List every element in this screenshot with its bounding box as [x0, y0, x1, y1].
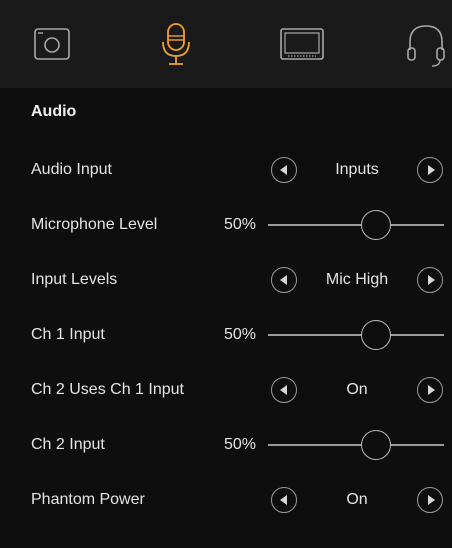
microphone-level-slider-handle[interactable]: [361, 210, 391, 240]
ch1-input-label: Ch 1 Input: [31, 326, 105, 343]
input-levels-value: Mic High: [325, 271, 389, 288]
audio-input-next-button[interactable]: [417, 157, 443, 183]
ch2-input-value: 50%: [223, 436, 256, 453]
microphone-level-value: 50%: [223, 216, 256, 233]
audio-input-label: Audio Input: [31, 161, 112, 178]
ch1-input-value: 50%: [223, 326, 256, 343]
setting-row-microphone-level: Microphone Level 50%: [0, 205, 452, 245]
audio-input-value: Inputs: [335, 161, 379, 178]
ch2-uses-ch1-next-button[interactable]: [417, 377, 443, 403]
ch1-input-slider[interactable]: [268, 334, 444, 336]
microphone-level-slider[interactable]: [268, 224, 444, 226]
setting-row-ch2-uses-ch1: Ch 2 Uses Ch 1 Input On: [0, 370, 452, 410]
arrow-right-icon: [427, 275, 435, 285]
input-levels-prev-button[interactable]: [271, 267, 297, 293]
tab-monitor[interactable]: [262, 0, 342, 88]
phantom-power-label: Phantom Power: [31, 491, 145, 508]
setting-row-input-levels: Input Levels Mic High: [0, 260, 452, 300]
tab-headphones[interactable]: [386, 0, 452, 88]
monitor-icon: [278, 24, 326, 64]
headphones-icon: [404, 20, 448, 68]
arrow-right-icon: [427, 385, 435, 395]
microphone-icon: [156, 20, 196, 68]
ch2-uses-ch1-value: On: [346, 381, 368, 398]
arrow-left-icon: [279, 495, 287, 505]
phantom-power-next-button[interactable]: [417, 487, 443, 513]
setting-row-ch1-input: Ch 1 Input 50%: [0, 315, 452, 355]
ch2-input-label: Ch 2 Input: [31, 436, 105, 453]
ch2-input-slider-handle[interactable]: [361, 430, 391, 460]
setting-row-ch2-input: Ch 2 Input 50%: [0, 425, 452, 465]
input-levels-next-button[interactable]: [417, 267, 443, 293]
ch2-input-slider[interactable]: [268, 444, 444, 446]
arrow-left-icon: [279, 275, 287, 285]
ch2-uses-ch1-label: Ch 2 Uses Ch 1 Input: [31, 381, 184, 398]
microphone-level-label: Microphone Level: [31, 216, 158, 233]
setting-row-phantom-power: Phantom Power On: [0, 480, 452, 520]
phantom-power-value: On: [346, 491, 368, 508]
arrow-left-icon: [279, 385, 287, 395]
tab-camera[interactable]: [12, 0, 92, 88]
ch2-uses-ch1-prev-button[interactable]: [271, 377, 297, 403]
arrow-right-icon: [427, 495, 435, 505]
audio-input-prev-button[interactable]: [271, 157, 297, 183]
phantom-power-prev-button[interactable]: [271, 487, 297, 513]
tab-audio[interactable]: [136, 0, 216, 88]
section-title: Audio: [31, 103, 77, 120]
setting-row-audio-input: Audio Input Inputs: [0, 150, 452, 190]
settings-tab-bar: [0, 0, 452, 88]
input-levels-label: Input Levels: [31, 271, 118, 288]
camera-icon: [32, 24, 72, 64]
arrow-left-icon: [279, 165, 287, 175]
arrow-right-icon: [427, 165, 435, 175]
ch1-input-slider-handle[interactable]: [361, 320, 391, 350]
